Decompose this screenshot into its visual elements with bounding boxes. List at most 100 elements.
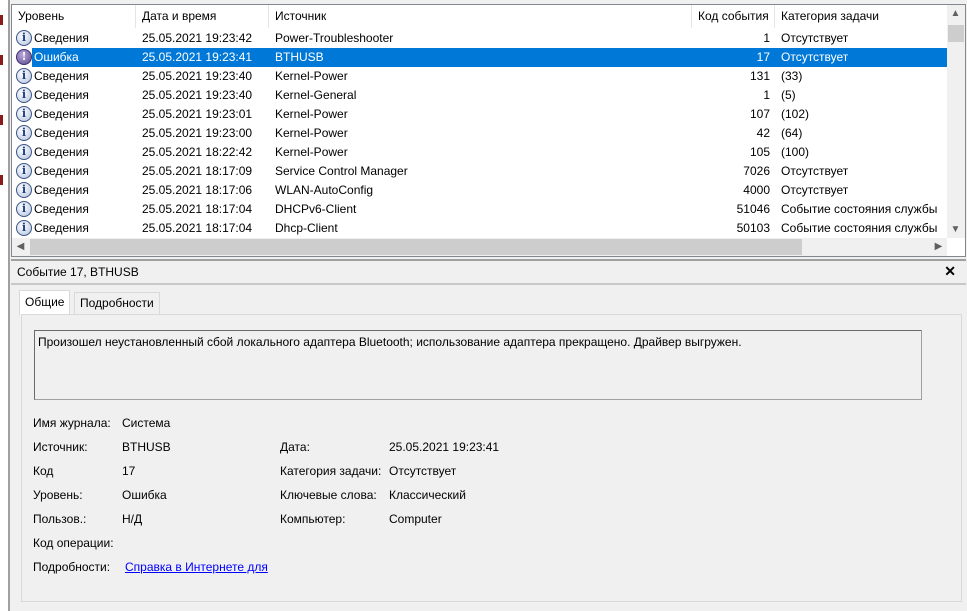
info-icon: i bbox=[16, 87, 32, 103]
computer-label: Компьютер: bbox=[280, 512, 346, 526]
code-value: 17 bbox=[122, 464, 136, 478]
log-value: Система bbox=[122, 416, 171, 430]
column-header-event-id[interactable]: Код события bbox=[692, 5, 775, 28]
category-label: Категория задачи: bbox=[280, 464, 382, 478]
table-row[interactable]: i Сведения 25.05.2021 18:17:06 WLAN-Auto… bbox=[12, 181, 948, 200]
cell-source: Kernel-Power bbox=[275, 126, 348, 140]
cell-category: Отсутствует bbox=[781, 183, 849, 197]
column-header-datetime[interactable]: Дата и время bbox=[136, 5, 269, 28]
column-header-source[interactable]: Источник bbox=[269, 5, 692, 28]
list-header: Уровень Дата и время Источник Код событи… bbox=[12, 5, 948, 28]
info-icon: i bbox=[16, 68, 32, 84]
cell-source: Kernel-Power bbox=[275, 145, 348, 159]
cell-datetime: 25.05.2021 19:23:42 bbox=[142, 31, 253, 45]
scroll-right-icon[interactable]: ▶ bbox=[930, 238, 947, 255]
cell-event-id: 131 bbox=[749, 69, 770, 83]
cell-category: Событие состояния службы bbox=[781, 221, 938, 235]
table-row[interactable]: i Сведения 25.05.2021 18:17:04 DHCPv6-Cl… bbox=[12, 200, 948, 219]
table-row[interactable]: ! Ошибка 25.05.2021 19:23:41 BTHUSB 17 О… bbox=[12, 48, 948, 67]
cell-datetime: 25.05.2021 18:17:04 bbox=[142, 202, 253, 216]
keywords-value: Классический bbox=[389, 488, 466, 502]
cell-event-id: 17 bbox=[756, 50, 770, 64]
cell-event-id: 4000 bbox=[743, 183, 770, 197]
cell-event-id: 1 bbox=[763, 31, 770, 45]
column-header-category[interactable]: Категория задачи bbox=[775, 5, 948, 28]
cell-source: BTHUSB bbox=[275, 50, 324, 64]
table-row[interactable]: i Сведения 25.05.2021 19:23:40 Kernel-Po… bbox=[12, 67, 948, 86]
cell-source: Service Control Manager bbox=[275, 164, 408, 178]
scroll-up-icon[interactable]: ▲ bbox=[947, 5, 964, 22]
scroll-left-icon[interactable]: ◀ bbox=[12, 238, 29, 255]
cell-datetime: 25.05.2021 19:23:41 bbox=[142, 50, 253, 64]
scroll-thumb[interactable] bbox=[948, 25, 964, 42]
cell-level: Ошибка bbox=[34, 50, 79, 64]
cell-category: (100) bbox=[781, 145, 810, 159]
cell-level: Сведения bbox=[34, 183, 89, 197]
cell-event-id: 7026 bbox=[743, 164, 770, 178]
event-list[interactable]: Уровень Дата и время Источник Код событи… bbox=[11, 4, 966, 257]
source-value: BTHUSB bbox=[122, 440, 171, 454]
event-message[interactable]: Произошел неустановленный сбой локальног… bbox=[34, 330, 922, 400]
scroll-down-icon[interactable]: ▼ bbox=[947, 221, 964, 238]
online-help-link[interactable]: Справка в Интернете для bbox=[125, 560, 268, 574]
table-row[interactable]: i Сведения 25.05.2021 19:23:40 Kernel-Ge… bbox=[12, 86, 948, 105]
date-value: 25.05.2021 19:23:41 bbox=[389, 440, 500, 454]
cell-datetime: 25.05.2021 19:23:00 bbox=[142, 126, 253, 140]
cell-source: Dhcp-Client bbox=[275, 221, 338, 235]
cell-datetime: 25.05.2021 19:23:40 bbox=[142, 69, 253, 83]
cell-level: Сведения bbox=[34, 88, 89, 102]
background-window-edge bbox=[0, 0, 10, 611]
cell-category: Отсутствует bbox=[781, 164, 849, 178]
cell-event-id: 105 bbox=[749, 145, 770, 159]
cell-level: Сведения bbox=[34, 69, 89, 83]
vertical-scrollbar[interactable]: ▲ ▼ bbox=[947, 5, 965, 238]
cell-category: Отсутствует bbox=[781, 31, 849, 45]
cell-category: (102) bbox=[781, 107, 810, 121]
cell-datetime: 25.05.2021 19:23:40 bbox=[142, 88, 253, 102]
table-row[interactable]: i Сведения 25.05.2021 19:23:01 Kernel-Po… bbox=[12, 105, 948, 124]
table-row[interactable]: i Сведения 25.05.2021 19:23:42 Power-Tro… bbox=[12, 29, 948, 48]
table-row[interactable]: i Сведения 25.05.2021 18:22:42 Kernel-Po… bbox=[12, 143, 948, 162]
cell-source: Kernel-General bbox=[275, 88, 357, 102]
cell-source: Power-Troubleshooter bbox=[275, 31, 394, 45]
cell-event-id: 51046 bbox=[736, 202, 770, 216]
info-icon: i bbox=[16, 220, 32, 236]
cell-source: WLAN-AutoConfig bbox=[275, 183, 374, 197]
cell-datetime: 25.05.2021 19:23:01 bbox=[142, 107, 253, 121]
close-icon[interactable]: ✕ bbox=[944, 263, 956, 280]
computer-value: Computer bbox=[389, 512, 442, 526]
cell-category: (5) bbox=[781, 88, 796, 102]
cell-level: Сведения bbox=[34, 221, 89, 235]
general-tab-content: Произошел неустановленный сбой локальног… bbox=[21, 314, 962, 602]
user-label: Пользов.: bbox=[33, 512, 87, 526]
column-header-level[interactable]: Уровень bbox=[12, 5, 136, 28]
detail-title: Событие 17, BTHUSB bbox=[17, 265, 139, 279]
tab-details[interactable]: Подробности bbox=[74, 292, 160, 314]
category-value: Отсутствует bbox=[389, 464, 457, 478]
cell-source: Kernel-Power bbox=[275, 107, 348, 121]
tab-general[interactable]: Общие bbox=[19, 290, 71, 315]
table-row[interactable]: i Сведения 25.05.2021 18:17:04 Dhcp-Clie… bbox=[12, 219, 948, 238]
cell-category: (64) bbox=[781, 126, 803, 140]
date-label: Дата: bbox=[280, 440, 310, 454]
cell-category: Отсутствует bbox=[781, 50, 849, 64]
info-icon: i bbox=[16, 182, 32, 198]
divider bbox=[11, 283, 966, 285]
cell-event-id: 50103 bbox=[736, 221, 770, 235]
table-row[interactable]: i Сведения 25.05.2021 18:17:09 Service C… bbox=[12, 162, 948, 181]
cell-level: Сведения bbox=[34, 145, 89, 159]
level-value: Ошибка bbox=[122, 488, 167, 502]
opcode-label: Код операции: bbox=[33, 536, 114, 550]
cell-source: DHCPv6-Client bbox=[275, 202, 357, 216]
horizontal-scrollbar[interactable]: ◀ ▶ bbox=[12, 238, 947, 256]
level-label: Уровень: bbox=[33, 488, 83, 502]
cell-level: Сведения bbox=[34, 126, 89, 140]
info-icon: i bbox=[16, 144, 32, 160]
table-row[interactable]: i Сведения 25.05.2021 19:23:00 Kernel-Po… bbox=[12, 124, 948, 143]
error-icon: ! bbox=[16, 49, 32, 65]
cell-source: Kernel-Power bbox=[275, 69, 348, 83]
scroll-thumb-horizontal[interactable] bbox=[30, 239, 802, 255]
cell-event-id: 107 bbox=[749, 107, 770, 121]
log-label: Имя журнала: bbox=[33, 416, 111, 430]
source-label: Источник: bbox=[33, 440, 88, 454]
